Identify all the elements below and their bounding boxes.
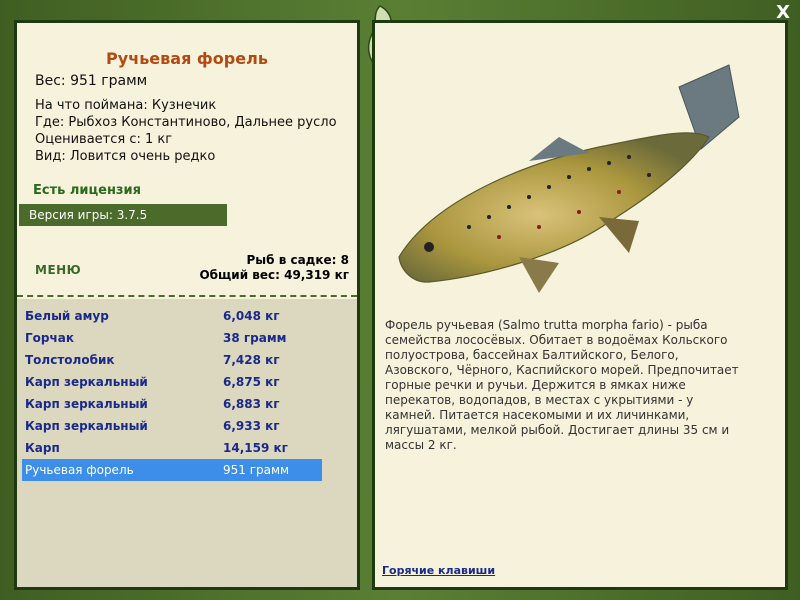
catch-list: Белый амур 6,048 кг Горчак 38 грамм Толсто… — [22, 305, 322, 481]
trout-illustration — [398, 64, 740, 293]
list-item-selected[interactable]: Ручьевая форель 951 грамм — [22, 459, 322, 481]
version-bar: Версия игры: 3.7.5 — [19, 204, 227, 226]
fish-details: На что поймана: Кузнечик Где: Рыбхоз Кон… — [35, 97, 337, 165]
list-item[interactable]: Горчак 38 грамм — [22, 327, 322, 349]
divider — [17, 295, 357, 297]
list-item-name: Карп зеркальный — [25, 397, 148, 411]
list-item-weight: 6,048 кг — [223, 309, 280, 323]
fish-title: Ручьевая форель — [106, 49, 268, 68]
rarity-text: Вид: Ловится очень редко — [35, 149, 216, 164]
list-item-weight: 951 грамм — [223, 463, 290, 477]
fish-description-panel: Форель ручьевая (Salmo trutta morpha far… — [372, 20, 788, 590]
list-item-name: Белый амур — [25, 309, 109, 323]
list-item-weight: 7,428 кг — [223, 353, 280, 367]
list-item[interactable]: Карп зеркальный 6,883 кг — [22, 393, 322, 415]
fish-description: Форель ручьевая (Salmo trutta morpha far… — [385, 318, 739, 452]
list-item[interactable]: Карп зеркальный 6,933 кг — [22, 415, 322, 437]
catch-list-area: Белый амур 6,048 кг Горчак 38 грамм Толсто… — [17, 299, 357, 587]
list-item-weight: 6,883 кг — [223, 397, 280, 411]
menu-button[interactable]: МЕНЮ — [35, 263, 81, 277]
keepnet-total: Общий вес: 49,319 кг — [199, 268, 349, 282]
keepnet-count: Рыб в садке: 8 — [246, 253, 350, 267]
list-item[interactable]: Карп 14,159 кг — [22, 437, 322, 459]
list-item-weight: 6,875 кг — [223, 375, 280, 389]
license-status: Есть лицензия — [33, 183, 141, 198]
rated-from-text: Оценивается с: 1 кг — [35, 132, 173, 147]
catch-info-panel: Ручьевая форель Вес: 951 грамм На что по… — [14, 20, 360, 590]
list-item-name: Горчак — [25, 331, 74, 345]
hotkeys-link[interactable]: Горячие клавиши — [382, 564, 495, 577]
keepnet-summary: Рыб в садке: 8 Общий вес: 49,319 кг — [199, 253, 349, 283]
list-item-name: Ручьевая форель — [25, 463, 134, 477]
list-item-name: Карп зеркальный — [25, 419, 148, 433]
list-item-name: Толстолобик — [25, 353, 115, 367]
list-item-weight: 6,933 кг — [223, 419, 280, 433]
list-item-weight: 14,159 кг — [223, 441, 288, 455]
fish-weight: Вес: 951 грамм — [35, 73, 148, 89]
list-item[interactable]: Толстолобик 7,428 кг — [22, 349, 322, 371]
list-item[interactable]: Карп зеркальный 6,875 кг — [22, 371, 322, 393]
list-item-name: Карп зеркальный — [25, 375, 148, 389]
list-item-weight: 38 грамм — [223, 331, 287, 345]
list-item-name: Карп — [25, 441, 60, 455]
caught-on-text: На что поймана: Кузнечик — [35, 98, 217, 113]
location-text: Где: Рыбхоз Константиново, Дальнее русло — [35, 115, 337, 130]
list-item[interactable]: Белый амур 6,048 кг — [22, 305, 322, 327]
